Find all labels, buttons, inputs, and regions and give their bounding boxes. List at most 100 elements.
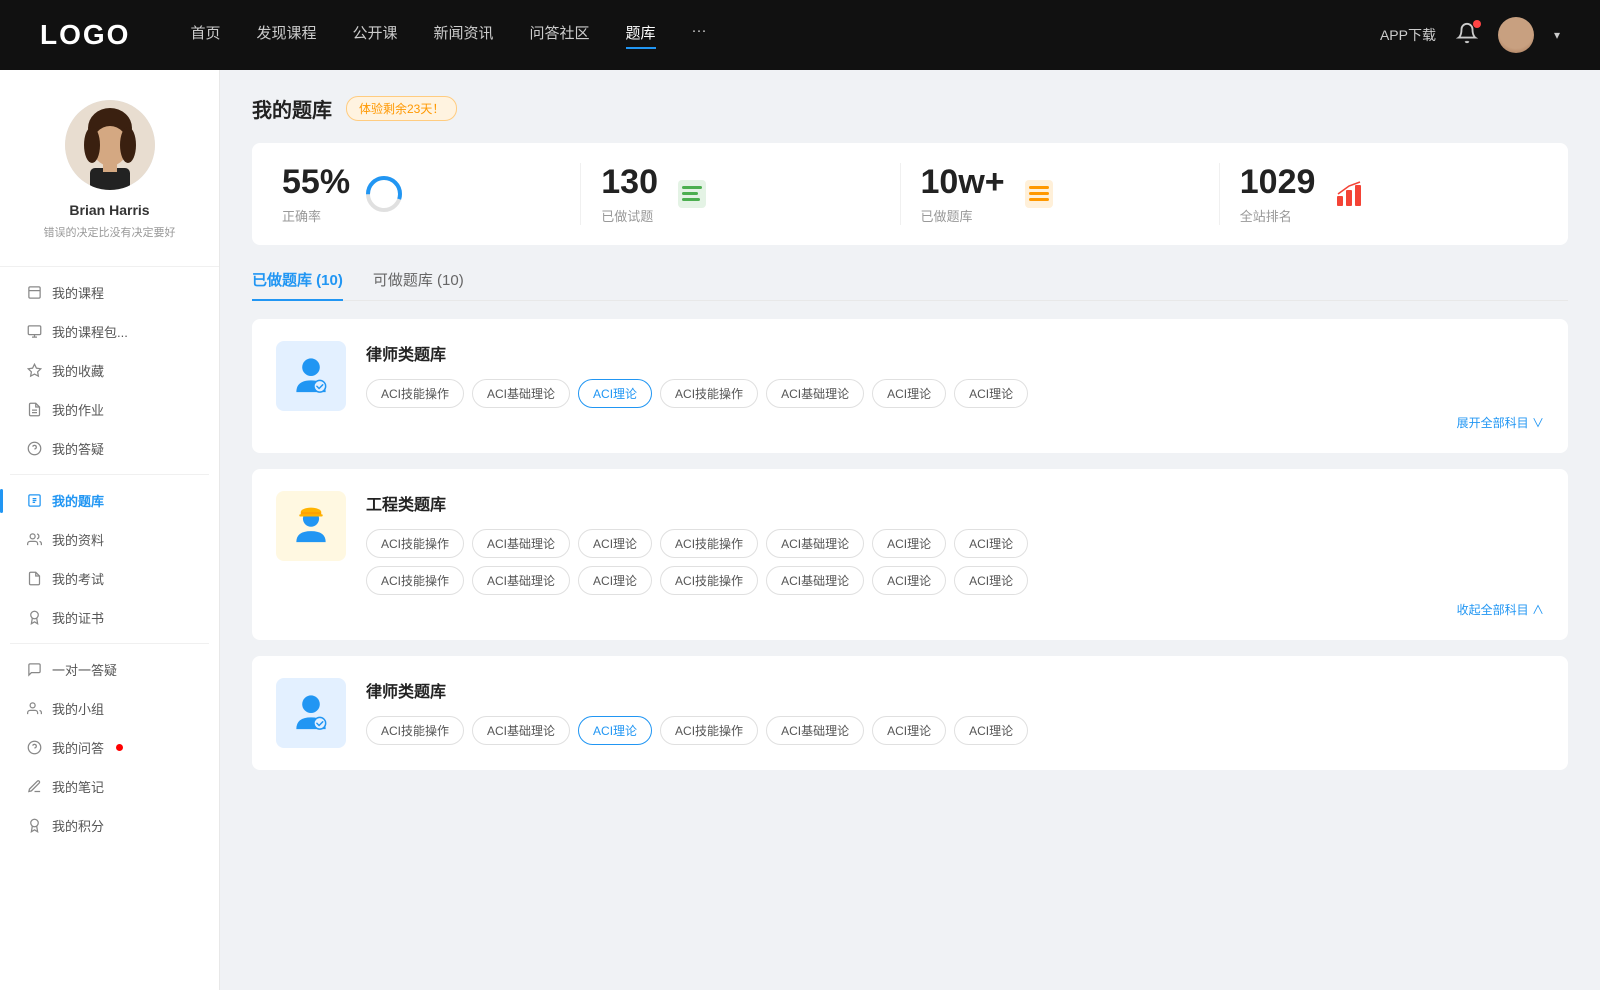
qbank-3-tag-6[interactable]: ACI理论	[872, 716, 946, 745]
sidebar-item-certificates[interactable]: 我的证书	[10, 598, 209, 637]
sidebar-exams-label: 我的考试	[52, 569, 104, 588]
qbank-2-tag-7[interactable]: ACI理论	[954, 529, 1028, 558]
sidebar-item-favorites[interactable]: 我的收藏	[10, 351, 209, 390]
qbank-2-collapse-link[interactable]: 收起全部科目 ∧	[1457, 601, 1544, 618]
qbank-2-tag-12[interactable]: ACI基础理论	[766, 566, 864, 595]
stat-done-questions: 130 已做试题	[581, 163, 900, 225]
sidebar-item-my-qa[interactable]: 我的问答	[10, 728, 209, 767]
app-download-link[interactable]: APP下载	[1380, 25, 1436, 45]
sidebar-groups-label: 我的小组	[52, 699, 104, 718]
stat-done-questions-block: 130 已做试题	[601, 163, 658, 225]
tab-available-banks[interactable]: 可做题库 (10)	[373, 269, 464, 300]
qbank-1-icon-wrap	[276, 341, 346, 411]
sidebar-item-courses[interactable]: 我的课程	[10, 273, 209, 312]
lawyer-icon-2	[289, 691, 333, 735]
stats-row: 55% 正确率 130 已做试题	[252, 143, 1568, 245]
qbank-1-footer: 展开全部科目 ∨	[366, 414, 1544, 431]
trial-badge: 体验剩余23天！	[346, 96, 457, 121]
sidebar-divider-1	[0, 266, 219, 267]
tab-done-banks[interactable]: 已做题库 (10)	[252, 269, 343, 300]
qbank-1-tag-2[interactable]: ACI基础理论	[472, 379, 570, 408]
sidebar-item-packages[interactable]: 我的课程包...	[10, 312, 209, 351]
sidebar-item-exams[interactable]: 我的考试	[10, 559, 209, 598]
stat-rank-value: 1029	[1240, 163, 1316, 202]
qbank-3-tag-4[interactable]: ACI技能操作	[660, 716, 758, 745]
homework-icon	[26, 402, 42, 418]
sidebar-item-groups[interactable]: 我的小组	[10, 689, 209, 728]
nav-discover[interactable]: 发现课程	[256, 22, 316, 49]
qbank-2-tag-3[interactable]: ACI理论	[578, 529, 652, 558]
sidebar-my-qa-label: 我的问答	[52, 738, 104, 757]
qbank-2-tag-2[interactable]: ACI基础理论	[472, 529, 570, 558]
qbank-2-tags-row2: ACI技能操作 ACI基础理论 ACI理论 ACI技能操作 ACI基础理论 AC…	[366, 566, 1544, 595]
nav-question-bank[interactable]: 题库	[626, 22, 656, 49]
qbank-2-footer: 收起全部科目 ∧	[366, 601, 1544, 618]
qbank-1-tag-1[interactable]: ACI技能操作	[366, 379, 464, 408]
sidebar-notes-label: 我的笔记	[52, 777, 104, 796]
sidebar-question-bank-label: 我的题库	[52, 491, 104, 510]
nav-more[interactable]: ···	[692, 22, 707, 49]
qbank-1-expand-link[interactable]: 展开全部科目 ∨	[1457, 414, 1544, 431]
user-menu-chevron[interactable]: ▾	[1554, 28, 1560, 42]
navbar-right: APP下载 ▾	[1380, 17, 1560, 53]
qbank-1-right: 律师类题库 ACI技能操作 ACI基础理论 ACI理论 ACI技能操作 ACI基…	[366, 341, 1544, 431]
qbank-1-tag-7[interactable]: ACI理论	[954, 379, 1028, 408]
user-avatar[interactable]	[1498, 17, 1534, 53]
nav-home[interactable]: 首页	[190, 22, 220, 49]
nav-news[interactable]: 新闻资讯	[434, 22, 494, 49]
qbank-1-tag-6[interactable]: ACI理论	[872, 379, 946, 408]
sidebar-item-one-on-one[interactable]: 一对一答疑	[10, 650, 209, 689]
qbank-2-tag-14[interactable]: ACI理论	[954, 566, 1028, 595]
sidebar-menu: 我的课程 我的课程包... 我的收藏 我的作业	[0, 273, 219, 845]
qbank-2-tag-10[interactable]: ACI理论	[578, 566, 652, 595]
nav-qa[interactable]: 问答社区	[530, 22, 590, 49]
qbank-3-tag-7[interactable]: ACI理论	[954, 716, 1028, 745]
qbank-2-tag-8[interactable]: ACI技能操作	[366, 566, 464, 595]
qa-icon	[26, 441, 42, 457]
sidebar-item-profile[interactable]: 我的资料	[10, 520, 209, 559]
qbank-3-tag-1[interactable]: ACI技能操作	[366, 716, 464, 745]
sidebar-item-notes[interactable]: 我的笔记	[10, 767, 209, 806]
qbank-1-tag-4[interactable]: ACI技能操作	[660, 379, 758, 408]
groups-icon	[26, 701, 42, 717]
sidebar-divider-3	[10, 643, 209, 644]
sidebar-item-question-bank[interactable]: 我的题库	[10, 481, 209, 520]
sidebar-item-points[interactable]: 我的积分	[10, 806, 209, 845]
notification-bell[interactable]	[1456, 22, 1478, 49]
qbank-2-tag-1[interactable]: ACI技能操作	[366, 529, 464, 558]
nav-open-course[interactable]: 公开课	[352, 22, 397, 49]
qbank-2-right: 工程类题库 ACI技能操作 ACI基础理论 ACI理论 ACI技能操作 ACI基…	[366, 491, 1544, 618]
notes-icon	[26, 779, 42, 795]
page-title: 我的题库	[252, 94, 332, 123]
sidebar-item-qa[interactable]: 我的答疑	[10, 429, 209, 468]
stat-done-banks-value: 10w+	[921, 163, 1005, 202]
sidebar-profile-label: 我的资料	[52, 530, 104, 549]
qbank-3-tag-2[interactable]: ACI基础理论	[472, 716, 570, 745]
sidebar-user-name: Brian Harris	[69, 202, 149, 218]
sidebar-divider-2	[10, 474, 209, 475]
qbank-2-tag-5[interactable]: ACI基础理论	[766, 529, 864, 558]
stat-rank-label: 全站排名	[1240, 206, 1316, 225]
stat-accuracy-value: 55%	[282, 163, 350, 202]
navbar: LOGO 首页 发现课程 公开课 新闻资讯 问答社区 题库 ··· APP下载 …	[0, 0, 1600, 70]
qbank-1-tag-3[interactable]: ACI理论	[578, 379, 652, 408]
qbank-3-tag-3[interactable]: ACI理论	[578, 716, 652, 745]
sidebar-packages-label: 我的课程包...	[52, 322, 128, 341]
qbank-2-tag-13[interactable]: ACI理论	[872, 566, 946, 595]
stat-done-banks: 10w+ 已做题库	[901, 163, 1220, 225]
qbank-2-tag-4[interactable]: ACI技能操作	[660, 529, 758, 558]
stat-rank: 1029 全站排名	[1220, 163, 1538, 225]
stat-done-banks-block: 10w+ 已做题库	[921, 163, 1005, 225]
qbank-2-tag-6[interactable]: ACI理论	[872, 529, 946, 558]
my-qa-icon	[26, 740, 42, 756]
qbank-2-tag-9[interactable]: ACI基础理论	[472, 566, 570, 595]
sidebar: Brian Harris 错误的决定比没有决定要好 我的课程 我的课程包...	[0, 70, 220, 990]
qbank-1-tag-5[interactable]: ACI基础理论	[766, 379, 864, 408]
points-icon	[26, 818, 42, 834]
qbank-2-tag-11[interactable]: ACI技能操作	[660, 566, 758, 595]
qbank-3-tag-5[interactable]: ACI基础理论	[766, 716, 864, 745]
qbank-3-icon-wrap	[276, 678, 346, 748]
sidebar-item-homework[interactable]: 我的作业	[10, 390, 209, 429]
stat-done-questions-label: 已做试题	[601, 206, 658, 225]
packages-icon	[26, 324, 42, 340]
